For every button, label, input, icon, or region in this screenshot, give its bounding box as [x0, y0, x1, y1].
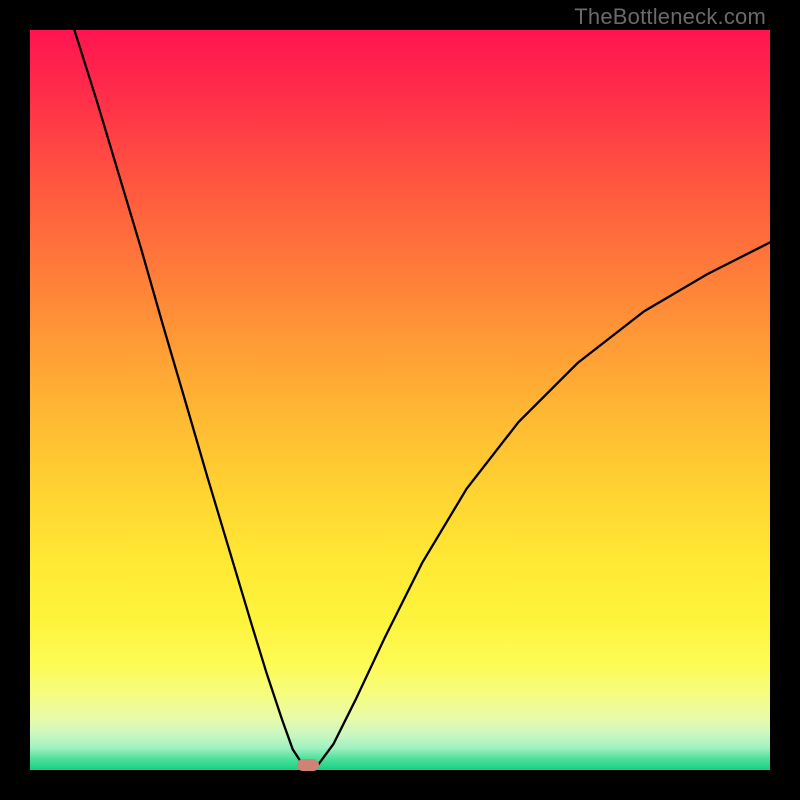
watermark-text: TheBottleneck.com	[574, 4, 766, 30]
curve-right-branch	[319, 242, 770, 764]
chart-frame	[30, 30, 770, 770]
minimum-marker	[297, 759, 319, 771]
curve-left-branch	[74, 30, 302, 764]
bottleneck-curve	[30, 30, 770, 770]
